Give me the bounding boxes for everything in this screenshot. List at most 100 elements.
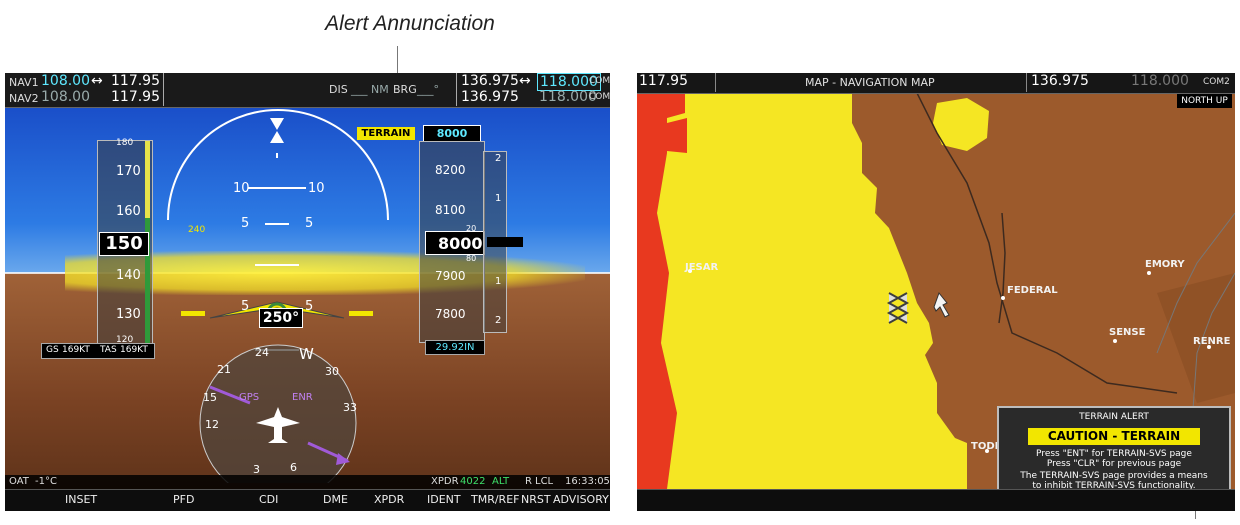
pitch-label-5-left: 5 <box>241 216 250 231</box>
com1-active-frequency[interactable]: 136.975 <box>461 73 519 89</box>
nav2-standby-frequency[interactable]: 117.95 <box>111 89 160 105</box>
com2-label: COM2 <box>589 92 610 102</box>
softkey-nrst[interactable]: NRST <box>521 493 551 506</box>
alert-annunciation-caption: Alert Annunciation <box>325 12 495 35</box>
barometric-setting[interactable]: 29.92IN <box>425 340 485 355</box>
mfd-nav-standby-frequency[interactable]: 117.95 <box>639 73 688 89</box>
compass-label-12: 12 <box>205 418 219 431</box>
airspeed-tick-160: 160 <box>116 204 141 219</box>
pitch-label-minus5-left: 5 <box>241 299 250 314</box>
waypoint-jesar[interactable]: JESAR <box>685 262 718 273</box>
nav2-label: NAV2 <box>9 92 39 105</box>
xpdr-label: XPDR <box>431 476 459 487</box>
dis-value: ___ NM <box>351 83 389 96</box>
timer-mode: R <box>525 476 532 487</box>
alert-line-ent: Press "ENT" for TERRAIN-SVS page <box>1036 449 1192 459</box>
mfd-softkey-bar <box>637 489 1235 511</box>
caution-terrain-banner: CAUTION - TERRAIN <box>1028 428 1200 445</box>
altitude-roll-top: 20 <box>466 224 477 233</box>
brg-label: BRG <box>393 83 417 96</box>
pfd-top-bar: NAV1 108.00 ↔ 117.95 NAV2 108.00 117.95 … <box>5 73 610 108</box>
tas-label: TAS <box>100 345 117 355</box>
nav1-label: NAV1 <box>9 76 39 89</box>
enr-label: ENR <box>292 392 313 403</box>
altitude-tick-8100: 8100 <box>435 203 466 217</box>
nav1-swap-arrow: ↔ <box>91 73 103 89</box>
waypoint-federal[interactable]: FEDERAL <box>1007 285 1058 296</box>
vsi-tick-2-up: 2 <box>495 153 502 164</box>
selected-altitude: 8000 <box>423 125 481 142</box>
gps-label: GPS <box>239 392 260 403</box>
altitude-tick-8200: 8200 <box>435 163 466 177</box>
softkey-inset[interactable]: INSET <box>65 493 97 506</box>
waypoint-renre[interactable]: RENRE <box>1193 336 1230 347</box>
com1-label: COM1 <box>589 76 610 86</box>
mfd-com-label: COM2 <box>1203 77 1230 87</box>
airspeed-readout: 150 <box>99 232 149 256</box>
terrain-alert-title: TERRAIN ALERT <box>1079 412 1149 422</box>
alert-line-info-1: The TERRAIN-SVS page provides a means <box>1020 471 1208 481</box>
altitude-tick-7800: 7800 <box>435 307 466 321</box>
oat-value: -1°C <box>35 476 57 487</box>
airspeed-partial-top: 180 <box>116 138 134 148</box>
vsi-tick-1-down: 1 <box>495 276 502 287</box>
waypoint-sense[interactable]: SENSE <box>1109 327 1145 338</box>
compass-label-15: 15 <box>203 391 217 404</box>
softkey-pfd[interactable]: PFD <box>173 493 194 506</box>
softkey-tmr-ref[interactable]: TMR/REF <box>471 493 519 506</box>
nav2-active-frequency[interactable]: 108.00 <box>41 89 90 105</box>
map-orientation-label: NORTH UP <box>1177 94 1232 108</box>
compass-label-33: 33 <box>343 401 357 414</box>
gs-label: GS <box>46 345 59 355</box>
alert-line-clr: Press "CLR" for previous page <box>1046 459 1182 469</box>
multi-function-display: 117.95 MAP - NAVIGATION MAP 136.975 118.… <box>637 73 1235 511</box>
softkey-advisory[interactable]: ADVISORY <box>553 493 609 506</box>
softkey-xpdr[interactable]: XPDR <box>374 493 404 506</box>
com1-swap-arrow: ↔ <box>519 73 531 89</box>
mfd-com-active-frequency[interactable]: 136.975 <box>1031 73 1089 89</box>
flight-path-marker-label: 240 <box>188 225 206 235</box>
airspeed-tick-170: 170 <box>116 164 141 179</box>
mfd-top-bar: 117.95 MAP - NAVIGATION MAP 136.975 118.… <box>637 73 1235 94</box>
nav1-active-frequency[interactable]: 108.00 <box>41 73 90 89</box>
xpdr-mode: ALT <box>492 476 510 487</box>
timer-label: LCL <box>535 476 554 487</box>
heading-readout: 250° <box>259 308 303 328</box>
mfd-page-title: MAP - NAVIGATION MAP <box>805 76 935 89</box>
com2-active-frequency[interactable]: 136.975 <box>461 89 519 105</box>
gs-value: 169KT <box>62 345 90 355</box>
xpdr-code: 4022 <box>460 476 486 487</box>
mfd-com-standby-frequency[interactable]: 118.000 <box>1131 73 1189 89</box>
compass-label-24: 24 <box>255 346 269 359</box>
altitude-roll-bottom: 80 <box>466 254 477 263</box>
compass-label-30: 30 <box>325 365 339 378</box>
tas-value: 169KT <box>120 345 148 355</box>
softkey-dme[interactable]: DME <box>323 493 348 506</box>
pitch-label-10-left: 10 <box>233 181 250 196</box>
dis-label: DIS <box>329 83 348 96</box>
compass-label-21: 21 <box>217 363 231 376</box>
altitude-readout: 8000 <box>425 231 485 255</box>
vsi-tick-1-up: 1 <box>495 193 502 204</box>
airspeed-tick-130: 130 <box>116 307 141 322</box>
waypoint-emory[interactable]: EMORY <box>1145 259 1185 270</box>
ground-true-airspeed-box: GS 169KT TAS 169KT <box>41 343 155 359</box>
vsi-pointer <box>487 237 523 247</box>
terrain-annunciation: TERRAIN <box>357 127 415 140</box>
pfd-status-bar: OAT -1°C XPDR 4022 ALT R LCL 16:33:05 <box>5 475 610 489</box>
pitch-label-5-right: 5 <box>305 216 314 231</box>
compass-label-6: 6 <box>290 461 297 474</box>
softkey-ident[interactable]: IDENT <box>427 493 461 506</box>
airspeed-tick-140: 140 <box>116 268 141 283</box>
brg-value: ___° <box>417 83 439 96</box>
pitch-label-minus5-right: 5 <box>305 299 314 314</box>
altitude-tick-7900: 7900 <box>435 269 466 283</box>
softkey-cdi[interactable]: CDI <box>259 493 278 506</box>
timer-value: 16:33:05 <box>565 476 610 487</box>
oat-label: OAT <box>9 476 29 487</box>
primary-flight-display: NAV1 108.00 ↔ 117.95 NAV2 108.00 117.95 … <box>5 73 610 511</box>
nav1-standby-frequency[interactable]: 117.95 <box>111 73 160 89</box>
compass-label-w: W <box>299 345 314 363</box>
vsi-tick-2-down: 2 <box>495 315 502 326</box>
pfd-softkey-bar: INSET PFD CDI DME XPDR IDENT TMR/REF NRS… <box>5 489 610 511</box>
